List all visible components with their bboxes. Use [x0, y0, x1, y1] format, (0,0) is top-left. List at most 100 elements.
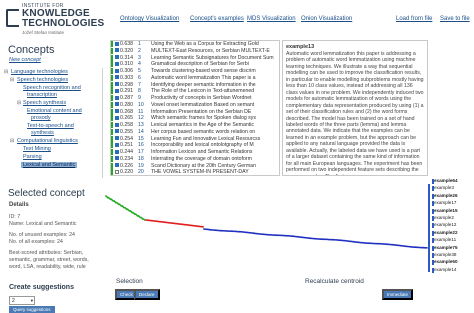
tree-item[interactable]: Emotional content and [27, 108, 82, 114]
row-checkbox[interactable] [115, 102, 119, 107]
example-row[interactable]: 0.251 16 Incorporability and lexical ontol… [111, 142, 279, 149]
nav-load-from-file[interactable]: Load from file [396, 16, 432, 22]
new-concept-link[interactable]: New concept [9, 57, 41, 63]
example-label[interactable]: example11 [434, 237, 456, 242]
collapse-icon[interactable]: ⊟ [17, 100, 21, 106]
row-checkbox[interactable] [115, 82, 119, 87]
query-suggestions-button[interactable]: Query suggestions [9, 306, 55, 313]
example-label[interactable]: example17 [434, 200, 456, 205]
example-row[interactable]: 0.258 13 Lexical semantics in the Age of t… [111, 122, 279, 129]
example-label[interactable]: example2 [434, 215, 454, 220]
row-checkbox[interactable] [115, 61, 119, 66]
collapse-icon[interactable]: ⊟ [10, 138, 14, 144]
example-row[interactable]: 0.320 2 MULTEXT-East Resources, or Serbian… [111, 47, 279, 55]
tree-item[interactable]: Speech synthesis [23, 100, 66, 106]
example-label[interactable]: example26 [434, 193, 458, 198]
example-label[interactable]: example3 [434, 185, 454, 190]
example-detail-text: Automatic word lemmatization this paper … [286, 51, 424, 175]
example-row[interactable]: 0.244 17 Information Lexicon and Semantic … [111, 149, 279, 156]
tree-item[interactable]: Text Mining [23, 146, 51, 152]
row-checkbox[interactable] [115, 169, 119, 174]
nav-concepts-examples[interactable]: Concept's examples [190, 16, 244, 22]
example-row[interactable]: 0.280 10 Vowel onset lemmatization Based o… [111, 101, 279, 109]
tree-item[interactable]: Speech recognition and [23, 85, 81, 91]
row-checkbox[interactable] [115, 156, 119, 161]
example-label[interactable]: example64 [434, 178, 458, 183]
row-score: 0.244 [120, 149, 133, 155]
example-row[interactable]: 0.268 11 Information Presentation on the S… [111, 108, 279, 116]
row-id: 16 [138, 142, 144, 149]
row-checkbox[interactable] [115, 149, 119, 154]
example-row[interactable]: 0.298 7 Identifying deeper semantic inform… [111, 81, 279, 89]
tree-item[interactable]: synthesis [31, 130, 54, 136]
example-label[interactable]: example75 [434, 245, 458, 250]
row-status-bar [111, 135, 113, 142]
example-label[interactable]: example22 [434, 230, 458, 235]
example-row[interactable]: 0.220 20 THE VOWEL SYSTEM-IN PRESENT-DAY [111, 169, 279, 175]
row-id: 17 [138, 149, 144, 155]
example-row[interactable]: 0.303 6 Automatic word lemmatization This … [111, 74, 279, 82]
row-id: 1 [138, 41, 141, 47]
example-row[interactable]: 0.254 15 Learning Fun and Innovative Lexic… [111, 135, 279, 143]
similarity-plot[interactable] [104, 184, 434, 274]
nav-save-to-file[interactable]: Save to file [440, 16, 470, 22]
row-text: Incorporability and lexical ontolotgraph… [151, 142, 254, 149]
row-checkbox[interactable] [115, 115, 119, 120]
row-checkbox[interactable] [115, 136, 119, 141]
tree-item[interactable]: Computational linguistics [17, 138, 78, 144]
row-checkbox[interactable] [115, 68, 119, 73]
example-label[interactable]: example14 [434, 267, 456, 272]
row-id: 7 [138, 81, 141, 88]
tree-item[interactable]: Language technologies [11, 69, 68, 75]
example-label[interactable]: example38 [434, 252, 456, 257]
tree-item[interactable]: prosody [31, 115, 51, 121]
logo-line-4: Jožef Stefan Institute [22, 30, 65, 35]
collapse-icon[interactable]: ⊟ [10, 77, 14, 83]
tree-item[interactable]: transcription [27, 92, 57, 98]
row-status-bar [111, 74, 113, 81]
row-status-bar [111, 61, 113, 68]
example-row[interactable]: 0.306 5 Towards clustering-based word sens… [111, 68, 279, 75]
immediate-button[interactable]: Immediate [382, 289, 414, 300]
row-checkbox[interactable] [115, 142, 119, 147]
example-label[interactable]: example15 [434, 208, 458, 213]
row-checkbox[interactable] [115, 55, 119, 60]
example-row[interactable]: 0.291 8 The Role of the Lexicon in Text-at… [111, 88, 279, 95]
row-id: 2 [138, 47, 141, 54]
row-status-bar [111, 68, 113, 74]
row-status-bar [111, 122, 113, 128]
example-row[interactable]: 0.234 18 Interrating the coverage of domai… [111, 155, 279, 163]
example-label[interactable]: example12 [434, 222, 456, 227]
plot-point[interactable] [426, 247, 428, 249]
row-checkbox[interactable] [115, 88, 119, 93]
nav-ontology-visualization[interactable]: Ontology Visualization [120, 16, 179, 22]
example-row[interactable]: 0.310 4 Gramatical description of Serbian … [111, 61, 279, 68]
row-checkbox[interactable] [115, 163, 119, 168]
row-checkbox[interactable] [115, 41, 119, 46]
example-row[interactable]: 0.638 1 Using the Web as a Corpus for Extr… [111, 41, 279, 48]
example-label[interactable]: example50 [434, 259, 458, 264]
example-row[interactable]: 0.226 19 Scand Dictionary at the 20th Cent… [111, 162, 279, 170]
row-checkbox[interactable] [115, 109, 119, 114]
row-id: 18 [138, 155, 144, 162]
nav-onion-visualization[interactable]: Onion Visualization [301, 16, 352, 22]
tree-item[interactable]: Speech technologies [17, 77, 68, 83]
collapse-icon[interactable]: ⊟ [4, 69, 8, 75]
tree-item[interactable]: Parsing [23, 154, 42, 160]
plot-points [105, 195, 428, 249]
declare-button[interactable]: Declare [134, 289, 160, 300]
nav-mds-visualization[interactable]: MDS Visualization [247, 16, 296, 22]
row-checkbox[interactable] [115, 75, 119, 80]
tree-item[interactable]: Text-to-speech and [27, 123, 74, 129]
example-row[interactable]: 0.314 3 Learning Semantic Subsignatures fo… [111, 54, 279, 62]
row-checkbox[interactable] [115, 95, 119, 100]
plot-point[interactable] [202, 225, 204, 228]
example-row[interactable]: 0.287 9 Productivity of concepts in Serbia… [111, 95, 279, 102]
row-checkbox[interactable] [115, 129, 119, 134]
row-checkbox[interactable] [115, 48, 119, 53]
example-row[interactable]: 0.265 12 Which semantic frames for Spoken … [111, 115, 279, 122]
row-checkbox[interactable] [115, 122, 119, 127]
example-row[interactable]: 0.255 14 Her corpus based semantic words r… [111, 128, 279, 136]
row-status-bar [111, 108, 113, 115]
tree-item-selected[interactable]: Lexical and Semantic [21, 162, 78, 168]
